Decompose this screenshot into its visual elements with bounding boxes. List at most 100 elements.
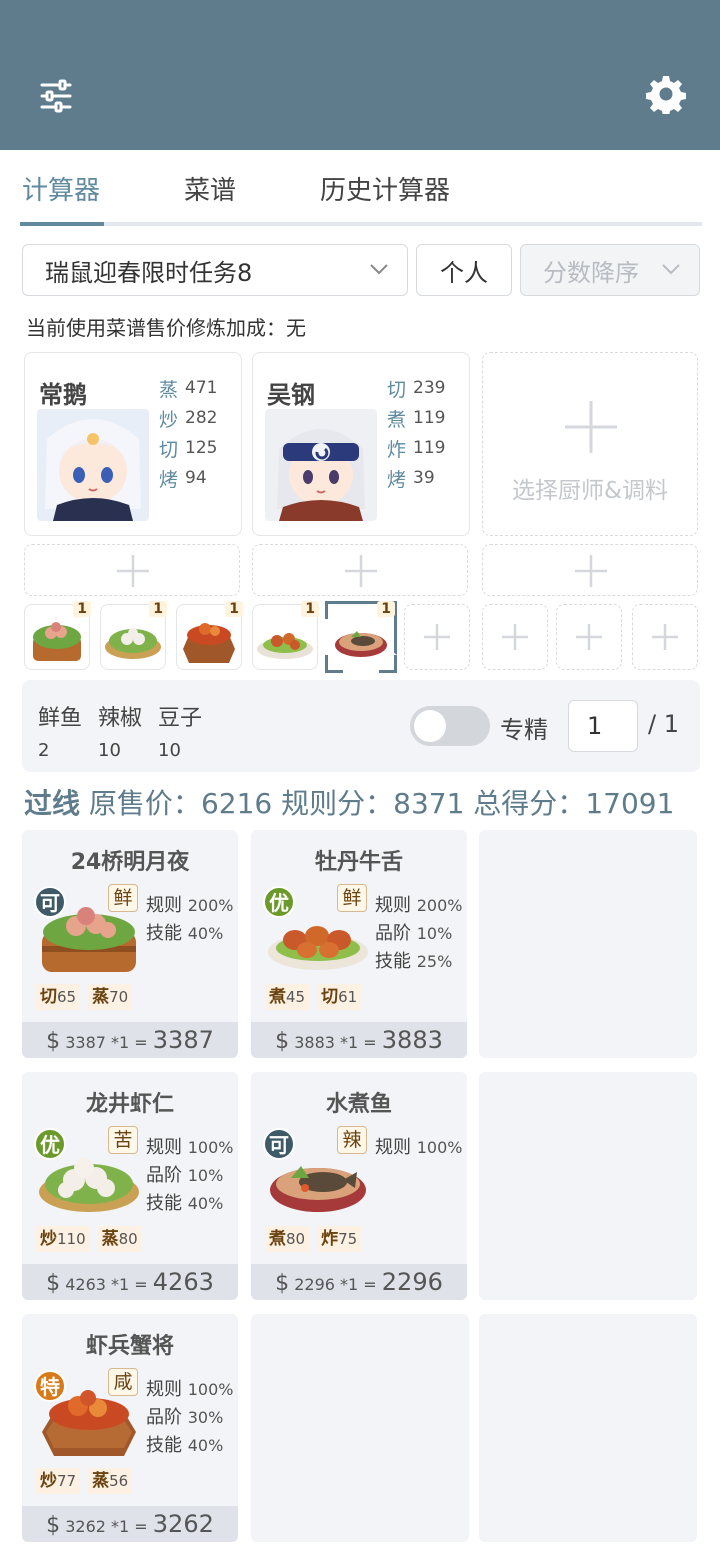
skill-value: 94 <box>185 468 207 488</box>
toggle-knob <box>414 710 446 742</box>
dish-slot-5[interactable]: 1 <box>328 601 395 670</box>
specialize-count-input[interactable] <box>568 700 638 752</box>
specialize-toggle[interactable] <box>410 706 490 746</box>
rule-list: 规则 100% <box>375 1134 462 1162</box>
recipe-card-1[interactable]: 24桥明月夜 可 鲜 规则 200% 技能 40% 切65 蒸70 $ 3387… <box>22 830 238 1058</box>
requirement-tag: 切65 <box>36 984 81 1010</box>
pass-status: 过线 <box>24 787 81 820</box>
rule-list: 规则 100% 品阶 30% 技能 40% <box>146 1376 233 1460</box>
recipe-name: 牡丹牛舌 <box>314 850 403 875</box>
skill-label: 煮 <box>387 408 407 431</box>
grade-badge: 特 <box>34 1370 66 1402</box>
recipe-card-2[interactable]: 牡丹牛舌 优 鲜 规则 200% 品阶 10% 技能 25% 煮45 切61 $… <box>251 830 467 1058</box>
skill-label: 切 <box>387 378 407 401</box>
rule-key: 品阶 <box>146 1165 182 1186</box>
requirement-skill: 蒸 <box>101 1229 119 1249</box>
rule-value: 40% <box>187 924 224 943</box>
rule-value: 200% <box>416 896 463 915</box>
rule-key: 技能 <box>146 923 182 944</box>
rule-value: 200% <box>187 896 234 915</box>
requirement-value: 70 <box>109 988 129 1006</box>
chef-skill-list: 切 239 煮 119 炸 119 烤 39 <box>387 373 445 493</box>
sliders-icon[interactable] <box>38 78 74 114</box>
skill-requirements: 切65 蒸70 <box>36 984 133 1010</box>
rule-key: 技能 <box>375 951 411 972</box>
plus-icon <box>575 555 607 587</box>
dish-slot-6[interactable] <box>404 604 470 670</box>
price-bar: $ 3387 *1 = 3387 <box>22 1022 238 1058</box>
equipment-slot-2[interactable] <box>252 544 468 596</box>
equipment-slot-3[interactable] <box>482 544 698 596</box>
dollar-icon: $ <box>46 1271 61 1296</box>
price-total: 3883 <box>381 1026 443 1054</box>
dish-count: 1 <box>225 601 243 617</box>
dollar-icon: $ <box>46 1513 61 1538</box>
chef-card-1[interactable]: 常鹅 蒸 471 炒 282 切 125 烤 94 <box>24 352 242 536</box>
ingredient-item: 辣椒 10 <box>98 700 142 761</box>
price-total: 3387 <box>152 1026 214 1054</box>
skill-label: 烤 <box>387 468 407 491</box>
recipe-name: 虾兵蟹将 <box>85 1334 174 1359</box>
requirement-value: 65 <box>57 988 77 1006</box>
skill-requirements: 煮45 切61 <box>265 984 362 1010</box>
original-price: 6216 <box>200 787 273 820</box>
taste-badge: 苦 <box>108 1126 138 1154</box>
price-bar: $ 3883 *1 = 3883 <box>251 1022 467 1058</box>
tab-recipes[interactable]: 菜谱 <box>184 170 236 207</box>
mode-button[interactable]: 个人 <box>416 244 512 296</box>
recipe-card-5[interactable]: 虾兵蟹将 特 咸 规则 100% 品阶 30% 技能 40% 炒77 蒸56 $… <box>22 1314 238 1542</box>
requirement-skill: 切 <box>321 987 339 1007</box>
requirement-value: 77 <box>57 1472 77 1490</box>
rule-key: 规则 <box>146 1379 182 1400</box>
dish-slot-4[interactable]: 1 <box>252 601 319 670</box>
rule-value: 40% <box>187 1194 224 1213</box>
requirement-tag: 蒸70 <box>88 984 133 1010</box>
tab-calculator[interactable]: 计算器 <box>22 170 100 207</box>
tab-history-calculator[interactable]: 历史计算器 <box>320 170 450 207</box>
empty-recipe-card <box>251 1314 469 1542</box>
requirement-value: 80 <box>286 1230 306 1248</box>
sort-select[interactable]: 分数降序 <box>520 244 700 296</box>
dish-slot-1[interactable]: 1 <box>24 601 91 670</box>
add-chef-button[interactable]: 选择厨师&调料 <box>482 352 698 536</box>
rule-value: 25% <box>416 952 453 971</box>
chef-avatar <box>37 409 149 521</box>
ingredient-item: 豆子 10 <box>158 700 202 761</box>
rule-select[interactable]: 瑞鼠迎春限时任务8 <box>22 244 408 296</box>
requirement-skill: 切 <box>40 987 57 1007</box>
recipe-card-3[interactable]: 龙井虾仁 优 苦 规则 100% 品阶 10% 技能 40% 炒110 蒸80 … <box>22 1072 238 1300</box>
price-total: 3262 <box>152 1510 214 1538</box>
rule-score: 8371 <box>393 787 465 820</box>
requirement-value: 56 <box>109 1472 129 1490</box>
skill-value: 282 <box>185 408 218 428</box>
price-formula: 3262 *1 <box>65 1517 130 1536</box>
rule-list: 规则 200% 品阶 10% 技能 25% <box>375 892 462 976</box>
gear-icon[interactable] <box>646 74 686 114</box>
rule-select-value: 瑞鼠迎春限时任务8 <box>45 258 253 287</box>
requirement-value: 110 <box>57 1230 86 1248</box>
chef-card-2[interactable]: 吴钢 切 239 煮 119 炸 119 烤 39 <box>252 352 470 536</box>
dish-slot-7[interactable] <box>482 604 548 670</box>
taste-badge: 鲜 <box>337 884 367 912</box>
equipment-slot-1[interactable] <box>24 544 240 596</box>
requirement-tag: 炸75 <box>317 1226 362 1252</box>
requirement-skill: 煮 <box>269 1229 286 1249</box>
chef-name: 吴钢 <box>267 381 315 409</box>
dish-slot-9[interactable] <box>632 604 698 670</box>
dish-slot-8[interactable] <box>556 604 622 670</box>
rule-value: 10% <box>416 924 453 943</box>
rule-value: 40% <box>187 1436 224 1455</box>
skill-value: 39 <box>413 468 435 488</box>
dish-slot-2[interactable]: 1 <box>100 601 167 670</box>
specialize-label: 专精 <box>500 716 548 744</box>
rule-score-label: 规则分： <box>281 787 394 820</box>
requirement-value: 45 <box>286 988 306 1006</box>
sort-select-value: 分数降序 <box>543 258 639 287</box>
dish-slot-3[interactable]: 1 <box>176 601 243 670</box>
requirement-value: 75 <box>338 1230 358 1248</box>
price-formula: 3883 *1 <box>294 1033 359 1052</box>
chevron-down-icon <box>370 264 388 275</box>
bonus-note: 当前使用菜谱售价修炼加成：无 <box>26 316 306 340</box>
recipe-card-4[interactable]: 水煮鱼 可 辣 规则 100% 煮80 炸75 $ 2296 *1 = 2296 <box>251 1072 467 1300</box>
skill-value: 471 <box>185 378 218 398</box>
